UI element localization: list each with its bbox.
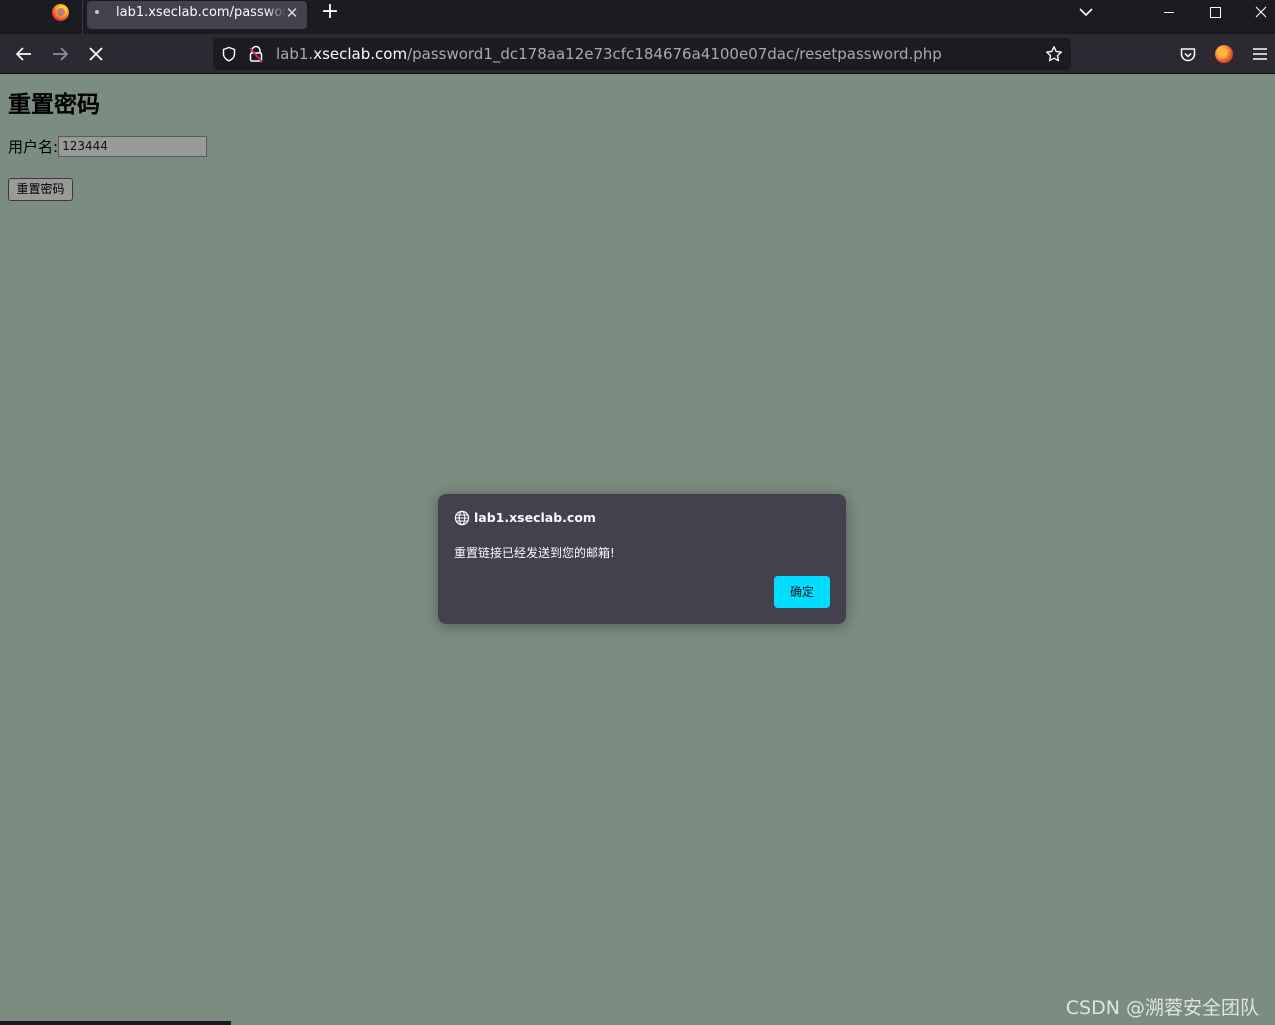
page-title: 重置密码: [8, 92, 100, 118]
firefox-logo-icon[interactable]: [52, 4, 69, 21]
dialog-message: 重置链接已经发送到您的邮箱!: [454, 546, 615, 560]
alert-dialog: lab1.xseclab.com 重置链接已经发送到您的邮箱! 确定: [438, 494, 846, 624]
url-text[interactable]: lab1.xseclab.com/password1_dc178aa12e73c…: [276, 45, 942, 63]
dialog-origin: lab1.xseclab.com: [474, 510, 596, 525]
star-icon[interactable]: [1045, 45, 1063, 63]
watermark: CSDN @溯蓉安全团队: [1065, 997, 1259, 1019]
close-icon[interactable]: [84, 42, 108, 66]
page-load-progress: [0, 1021, 231, 1025]
minimize-icon[interactable]: [1146, 0, 1192, 26]
navigation-toolbar: lab1.xseclab.com/password1_dc178aa12e73c…: [0, 34, 1275, 74]
tab-separator: [82, 0, 83, 34]
tab-title: lab1.xseclab.com/password1_dc178aa12e73c…: [116, 5, 286, 20]
username-row: 用户名:: [8, 135, 208, 157]
globe-icon: [454, 510, 470, 526]
url-host: xseclab.com: [313, 45, 408, 63]
url-path: /password1_dc178aa12e73cfc184676a4100e07…: [407, 45, 942, 63]
tab-strip: lab1.xseclab.com/password1_dc178aa12e73c…: [0, 0, 1275, 34]
arrow-left-icon[interactable]: [12, 42, 36, 66]
username-label: 用户名:: [8, 137, 59, 156]
maximize-icon[interactable]: [1192, 0, 1238, 26]
chevron-down-icon[interactable]: [1076, 4, 1096, 20]
arrow-right-icon[interactable]: [48, 42, 72, 66]
pocket-icon[interactable]: [1179, 46, 1197, 64]
extension-icon[interactable]: [1215, 45, 1233, 63]
ok-button[interactable]: 确定: [774, 576, 830, 608]
loading-dot-icon: [95, 10, 99, 14]
new-tab-button[interactable]: +: [319, 1, 341, 24]
url-host-prefix: lab1.: [276, 45, 314, 63]
hamburger-icon[interactable]: [1251, 46, 1269, 62]
window-close-icon[interactable]: [1238, 0, 1275, 26]
tab-active[interactable]: lab1.xseclab.com/password1_dc178aa12e73c…: [87, 1, 307, 29]
shield-icon[interactable]: [221, 46, 237, 62]
lock-warning-icon[interactable]: [248, 45, 264, 63]
tab-close-icon[interactable]: ✕: [283, 4, 301, 22]
url-bar[interactable]: lab1.xseclab.com/password1_dc178aa12e73c…: [213, 38, 1071, 70]
reset-password-button[interactable]: 重置密码: [8, 178, 73, 201]
username-input[interactable]: [58, 135, 208, 157]
